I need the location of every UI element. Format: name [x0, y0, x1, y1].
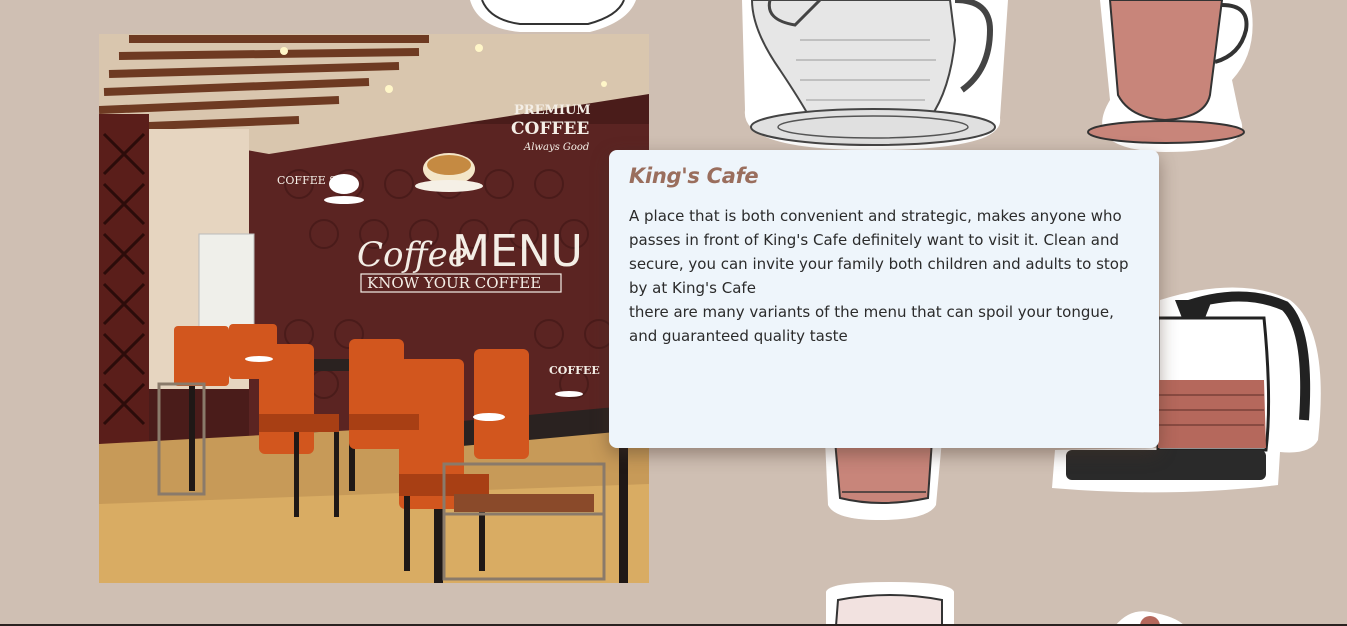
card-description: A place that is both convenient and stra… [629, 207, 1129, 345]
bottom-glass-icon [826, 582, 954, 626]
wall-text-know-your-coffee: KNOW YOUR COFFEE [367, 274, 541, 292]
wall-text-menu: MENU [452, 226, 583, 277]
sticker-icon [470, 0, 636, 32]
info-card: King's Cafe A place that is both conveni… [609, 150, 1159, 448]
wall-text-always-good: Always Good [523, 142, 589, 153]
pink-cup-icon [1087, 0, 1253, 152]
card-title: King's Cafe [629, 164, 759, 188]
drink-glass-icon [825, 439, 942, 520]
teapot-sketch-icon [742, 0, 1008, 150]
wall-text-coffee-small: COFFEE [549, 364, 600, 377]
cafe-photo: COFFEE Shop PREMIUM COFFEE Always Good C… [99, 34, 649, 583]
wall-text-premium-coffee: COFFEE [511, 119, 589, 139]
wall-text-premium: PREMIUM [514, 103, 591, 118]
